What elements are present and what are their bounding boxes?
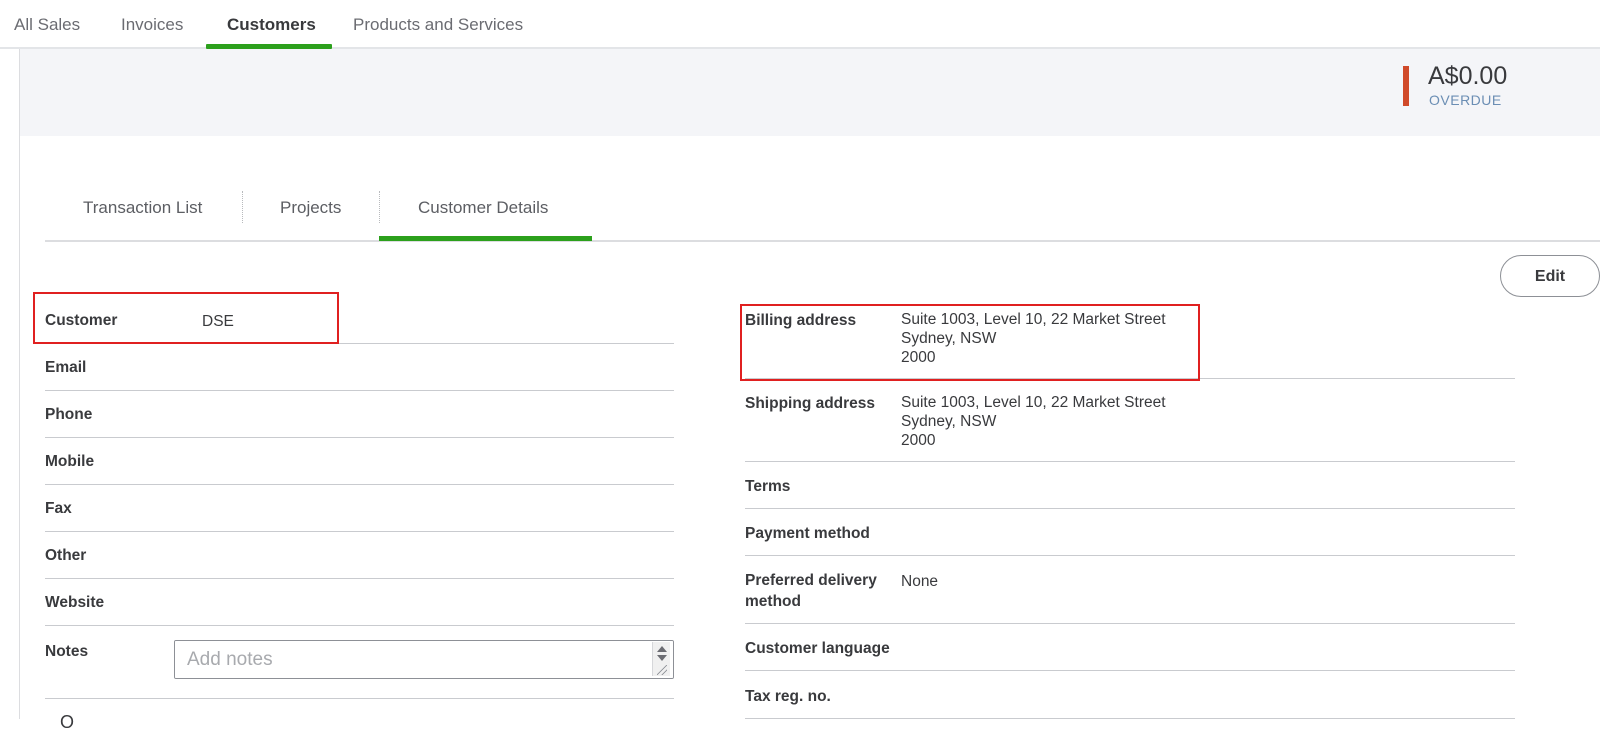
notes-label: Notes	[45, 643, 89, 660]
row-divider	[45, 390, 674, 391]
overdue-indicator-bar	[1403, 66, 1409, 106]
preferred-delivery-label-line1: Preferred delivery	[745, 572, 877, 589]
customer-language-label: Customer language	[745, 640, 890, 657]
preferred-delivery-value: None	[901, 573, 939, 590]
tab-all-sales[interactable]: All Sales	[14, 0, 80, 49]
row-divider	[45, 437, 674, 438]
edit-button[interactable]: Edit	[1500, 255, 1600, 297]
website-label: Website	[45, 594, 105, 611]
tab-customer-details[interactable]: Customer Details	[418, 193, 548, 235]
tab-divider	[379, 191, 380, 223]
row-divider	[745, 670, 1515, 671]
preferred-delivery-label-line2: method	[745, 593, 801, 610]
fax-label: Fax	[45, 500, 72, 517]
left-divider	[19, 49, 20, 719]
overdue-amount: A$0.00	[1428, 62, 1508, 90]
top-navigation: All Sales Invoices Customers Products an…	[0, 0, 1600, 49]
row-divider	[745, 623, 1515, 624]
shipping-address-label: Shipping address	[745, 395, 876, 412]
row-divider	[45, 484, 674, 485]
tax-reg-label: Tax reg. no.	[745, 688, 831, 705]
mobile-label: Mobile	[45, 453, 95, 470]
row-divider	[745, 508, 1515, 509]
tab-divider	[242, 191, 243, 223]
row-divider	[45, 625, 674, 626]
resize-grip-icon[interactable]	[657, 665, 667, 675]
tab-customers[interactable]: Customers	[227, 0, 316, 49]
tab-transaction-list[interactable]: Transaction List	[83, 193, 202, 235]
row-divider	[45, 578, 674, 579]
partial-row-label: O	[60, 712, 75, 732]
terms-label: Terms	[745, 478, 791, 495]
notes-spinner[interactable]	[652, 642, 670, 676]
chevron-up-icon[interactable]	[657, 646, 667, 652]
row-divider	[45, 531, 674, 532]
notes-input[interactable]	[174, 640, 674, 679]
row-divider	[745, 555, 1515, 556]
tab-invoices[interactable]: Invoices	[121, 0, 183, 49]
email-label: Email	[45, 359, 87, 376]
active-subtab-indicator	[379, 236, 592, 241]
overdue-label: OVERDUE	[1429, 92, 1502, 108]
tab-products-and-services[interactable]: Products and Services	[353, 0, 523, 49]
phone-label: Phone	[45, 406, 93, 423]
shipping-address-line1: Suite 1003, Level 10, 22 Market Street	[901, 394, 1166, 411]
row-divider	[45, 698, 674, 699]
billing-highlight-box	[740, 304, 1200, 381]
customer-highlight-box	[33, 292, 339, 344]
other-label: Other	[45, 547, 87, 564]
shipping-address-line2: Sydney, NSW	[901, 413, 997, 430]
row-divider	[745, 461, 1515, 462]
tab-projects[interactable]: Projects	[280, 193, 341, 235]
payment-method-label: Payment method	[745, 525, 870, 542]
shipping-address-line3: 2000	[901, 432, 936, 449]
sub-tabs-rule	[45, 240, 1600, 242]
customer-summary-band	[20, 49, 1600, 136]
chevron-down-icon[interactable]	[657, 655, 667, 661]
